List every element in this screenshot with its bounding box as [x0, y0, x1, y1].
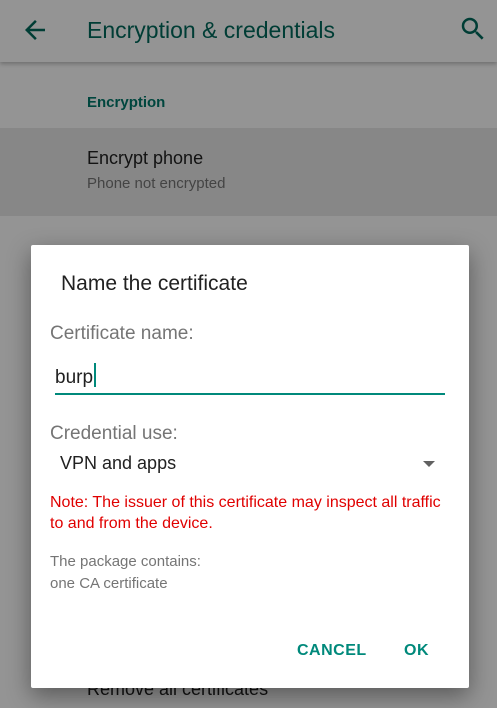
credential-use-dropdown[interactable]: VPN and apps: [55, 447, 445, 483]
certificate-name-label: Certificate name:: [50, 323, 194, 344]
dropdown-arrow-icon: [423, 461, 435, 467]
package-info-line1: The package contains:: [50, 553, 201, 570]
credential-use-value: VPN and apps: [60, 453, 177, 473]
credential-use-label: Credential use:: [50, 423, 178, 444]
name-certificate-dialog: Name the certificate Certificate name: b…: [31, 245, 469, 688]
screen: Encryption & credentials Encryption Encr…: [0, 0, 497, 708]
dialog-title: Name the certificate: [61, 272, 248, 295]
ok-button[interactable]: OK: [398, 638, 435, 664]
certificate-name-input[interactable]: [55, 359, 445, 395]
issuer-warning-text: Note: The issuer of this certificate may…: [50, 494, 441, 532]
package-info-line2: one CA certificate: [50, 575, 168, 592]
package-info: The package contains: one CA certificate: [50, 551, 201, 595]
cancel-button[interactable]: CANCEL: [291, 638, 373, 664]
